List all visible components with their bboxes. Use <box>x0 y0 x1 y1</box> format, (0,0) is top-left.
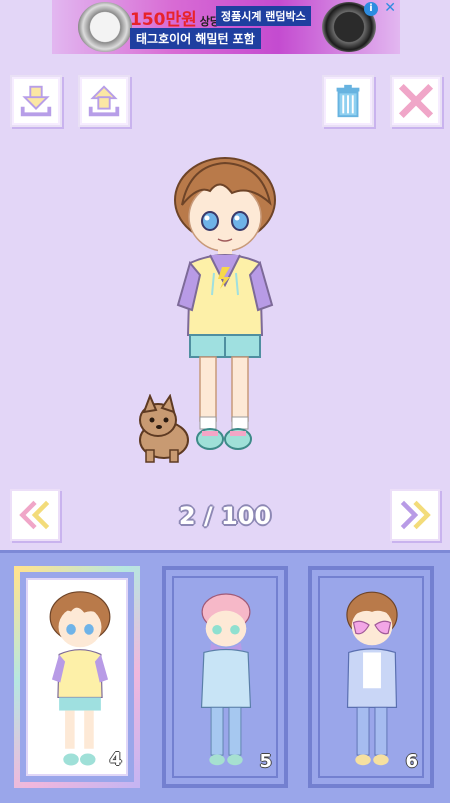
ad-subline: 태그호이어 해밀턴 포함 <box>130 28 261 49</box>
character-thumbnail <box>346 591 398 766</box>
close-icon[interactable]: ✕ <box>384 0 396 16</box>
delete-button[interactable] <box>322 75 374 127</box>
ad-headline: 정품시계 랜덤박스 <box>216 6 311 26</box>
trash-icon <box>336 84 360 118</box>
close-x-icon <box>398 83 434 119</box>
upload-button[interactable] <box>78 75 130 127</box>
character-thumbnail <box>49 591 111 766</box>
info-icon[interactable]: i <box>364 2 378 16</box>
outfit-counter: 2 / 100 <box>178 502 272 530</box>
character-thumbnail <box>200 593 252 766</box>
download-button[interactable] <box>10 75 62 127</box>
outfit-slot-4[interactable]: 4 <box>14 566 140 788</box>
watch-image <box>78 2 132 52</box>
upload-icon <box>88 85 120 117</box>
slot-number: 6 <box>405 751 418 772</box>
outfit-slot-6[interactable]: 6 <box>308 566 434 788</box>
outfit-slot-5[interactable]: 5 <box>162 566 288 788</box>
ad-banner[interactable]: 150만원 상당 정품시계 랜덤박스 태그호이어 해밀턴 포함 i ✕ <box>52 0 400 54</box>
ad-price: 150만원 상당 <box>130 10 221 30</box>
slot-number: 5 <box>259 751 272 772</box>
saved-outfits-tray: 4 5 6 <box>0 550 450 803</box>
download-icon <box>20 85 52 117</box>
close-button[interactable] <box>390 75 442 127</box>
slot-number: 4 <box>109 749 122 770</box>
puppy-pet[interactable] <box>128 394 192 464</box>
